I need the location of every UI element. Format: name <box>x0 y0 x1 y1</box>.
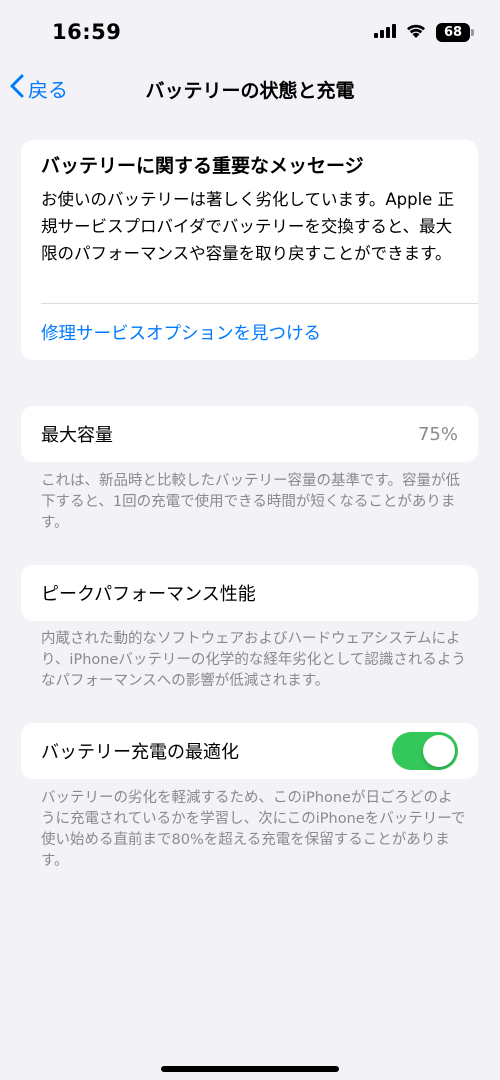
max-capacity-value: 75% <box>417 423 458 445</box>
battery-icon: 68 <box>436 22 474 42</box>
status-bar: 16:59 68 <box>0 0 500 64</box>
peak-performance-note: 内蔵された動的なソフトウェアおよびハードウェアシステムにより、iPhoneバッテ… <box>41 631 466 689</box>
home-indicator[interactable] <box>161 1066 339 1072</box>
max-capacity-note: これは、新品時と比較したバッテリー容量の基準です。容量が低下すると、1回の充電で… <box>41 473 461 531</box>
battery-message-card: バッテリーに関する重要なメッセージ お使いのバッテリーは著しく劣化しています。A… <box>21 140 478 360</box>
toggle-knob <box>423 735 455 767</box>
navigation-bar: 戻る バッテリーの状態と充電 <box>0 64 500 114</box>
optimized-charging-note: バッテリーの劣化を軽減するため、このiPhoneが日ごろどのように充電されている… <box>41 790 466 869</box>
status-icons: 68 <box>374 22 474 42</box>
page-title: バッテリーの状態と充電 <box>145 80 355 102</box>
peak-performance-row: ピークパフォーマンス性能 <box>21 565 478 621</box>
divider <box>41 303 478 304</box>
optimized-charging-toggle[interactable] <box>392 732 458 770</box>
wifi-icon <box>405 22 427 42</box>
status-time: 16:59 <box>52 20 122 44</box>
max-capacity-row: 最大容量 75% <box>21 406 478 462</box>
optimized-charging-row: バッテリー充電の最適化 <box>21 723 478 779</box>
message-body: お使いのバッテリーは著しく劣化しています。Apple 正規サービスプロバイダでバ… <box>41 190 455 263</box>
repair-options-link[interactable]: 修理サービスオプションを見つける <box>41 320 321 345</box>
message-title: バッテリーに関する重要なメッセージ <box>41 155 364 177</box>
signal-icon <box>374 23 396 42</box>
max-capacity-label: 最大容量 <box>41 425 113 446</box>
peak-performance-label: ピークパフォーマンス性能 <box>41 584 256 605</box>
optimized-charging-label: バッテリー充電の最適化 <box>41 742 239 763</box>
